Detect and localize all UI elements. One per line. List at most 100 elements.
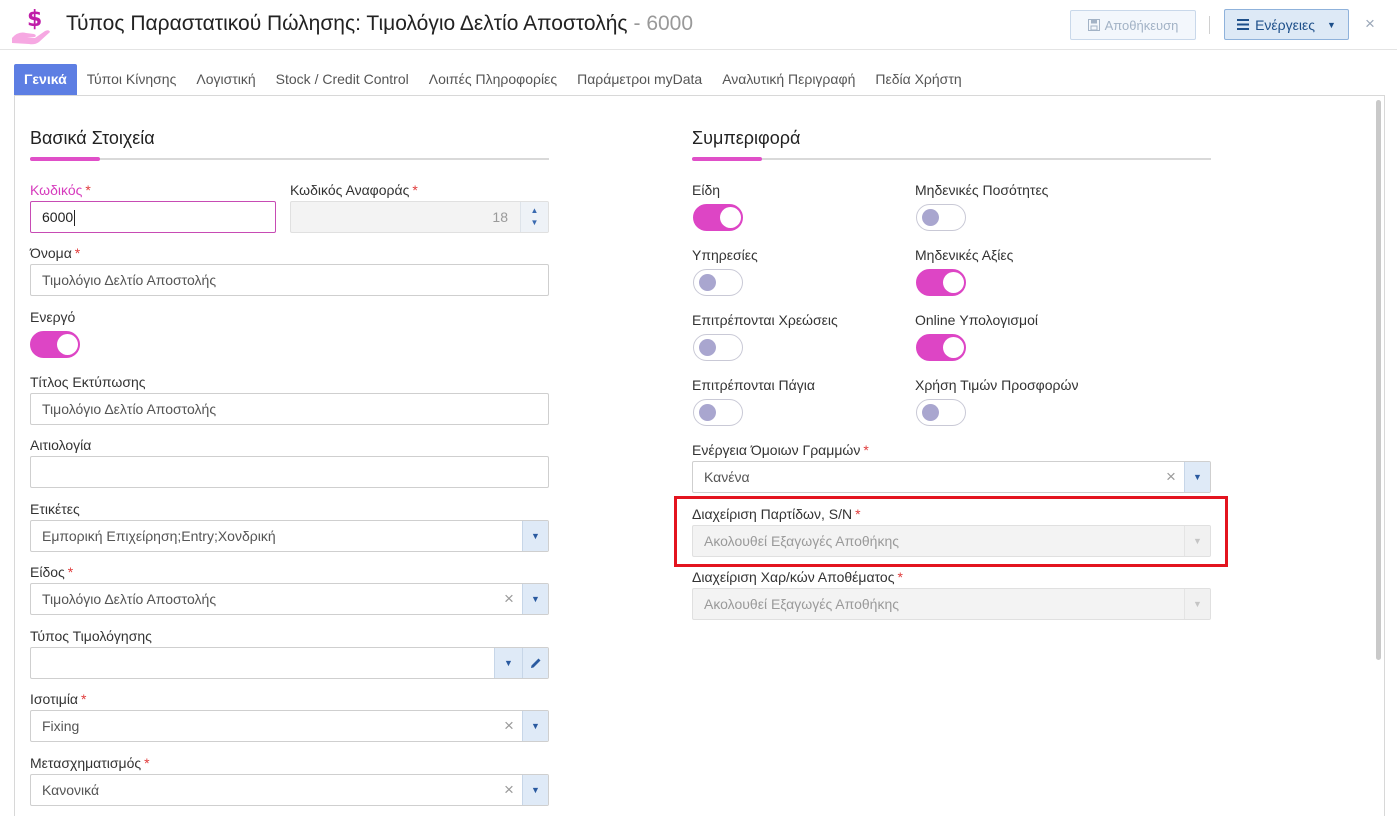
print-title-label: Τίτλος Εκτύπωσης bbox=[30, 374, 146, 390]
transform-select[interactable]: Κανονικά × ▼ bbox=[30, 774, 549, 806]
chevron-down-icon[interactable]: ▼ bbox=[1184, 462, 1210, 492]
items-label: Είδη bbox=[692, 182, 721, 198]
zero-qty-label: Μηδενικές Ποσότητες bbox=[915, 182, 1049, 198]
charges-label: Επιτρέπονται Χρεώσεις bbox=[692, 312, 838, 328]
similar-lines-label-text: Ενέργεια Όμοιων Γραμμών bbox=[692, 442, 861, 458]
similar-lines-select[interactable]: Κανένα × ▼ bbox=[692, 461, 1211, 493]
behavior-section-underline bbox=[692, 157, 1211, 161]
active-label: Ενεργό bbox=[30, 309, 76, 325]
edit-pencil-icon[interactable] bbox=[522, 648, 548, 678]
reason-label: Αιτιολογία bbox=[30, 437, 92, 453]
online-calc-toggle[interactable] bbox=[916, 334, 966, 361]
required-marker: * bbox=[144, 755, 150, 771]
parity-label-text: Ισοτιμία bbox=[30, 691, 79, 707]
chevron-down-icon[interactable]: ▼ bbox=[494, 648, 522, 678]
chevron-down-icon[interactable]: ▼ bbox=[522, 775, 548, 805]
clear-icon[interactable]: × bbox=[500, 775, 518, 805]
required-marker: * bbox=[412, 182, 418, 198]
text-caret bbox=[74, 210, 76, 227]
page-title: Τύπος Παραστατικού Πώλησης: Τιμολόγιο Δε… bbox=[66, 12, 693, 36]
toggle-knob bbox=[720, 207, 741, 228]
name-label-text: Όνομα bbox=[30, 245, 72, 261]
toggle-knob bbox=[57, 334, 78, 355]
floppy-disk-icon bbox=[1087, 19, 1100, 31]
code-label-text: Κωδικός bbox=[30, 182, 83, 198]
transform-value: Κανονικά bbox=[42, 782, 100, 798]
zero-values-label: Μηδενικές Αξίες bbox=[915, 247, 1014, 263]
pencil-icon bbox=[530, 658, 540, 668]
charges-toggle[interactable] bbox=[693, 334, 743, 361]
toggle-knob bbox=[922, 209, 939, 226]
tab-mydata-params[interactable]: Παράμετροι myData bbox=[567, 64, 712, 95]
offer-prices-label: Χρήση Τιμών Προσφορών bbox=[915, 377, 1079, 393]
similar-lines-value: Κανένα bbox=[704, 469, 750, 485]
parity-select[interactable]: Fixing × ▼ bbox=[30, 710, 549, 742]
items-toggle[interactable] bbox=[693, 204, 743, 231]
chevron-down-icon[interactable]: ▼ bbox=[1184, 589, 1210, 619]
stock-chars-value: Ακολουθεί Εξαγωγές Αποθήκης bbox=[704, 596, 899, 612]
highlight-box bbox=[674, 496, 1228, 567]
online-calc-label: Online Υπολογισμοί bbox=[915, 312, 1038, 328]
kind-label-text: Είδος bbox=[30, 564, 65, 580]
tab-general[interactable]: Γενικά bbox=[14, 64, 77, 95]
toggle-knob bbox=[922, 404, 939, 421]
parity-value: Fixing bbox=[42, 718, 80, 734]
page-title-text: Τύπος Παραστατικού Πώλησης: Τιμολόγιο Δε… bbox=[66, 12, 628, 35]
save-button-label: Αποθήκευση bbox=[1104, 17, 1179, 33]
chevron-down-icon[interactable]: ▼ bbox=[522, 711, 548, 741]
ref-code-label-text: Κωδικός Αναφοράς bbox=[290, 182, 410, 198]
kind-label: Είδος * bbox=[30, 564, 73, 580]
tab-movement-types[interactable]: Τύποι Κίνησης bbox=[77, 64, 187, 95]
fixed-assets-toggle[interactable] bbox=[693, 399, 743, 426]
code-input[interactable]: 6000 bbox=[30, 201, 276, 233]
svg-text:$: $ bbox=[27, 7, 42, 32]
reason-input[interactable] bbox=[30, 456, 549, 488]
ref-code-input[interactable]: 18 ▲ ▼ bbox=[290, 201, 549, 233]
billing-type-label: Τύπος Τιμολόγησης bbox=[30, 628, 152, 644]
transform-label: Μετασχηματισμός * bbox=[30, 755, 150, 771]
clear-icon[interactable]: × bbox=[500, 711, 518, 741]
clear-icon[interactable]: × bbox=[500, 584, 518, 614]
tab-detailed-description[interactable]: Αναλυτική Περιγραφή bbox=[712, 64, 865, 95]
chevron-down-icon[interactable]: ▼ bbox=[522, 521, 548, 551]
basic-section-underline bbox=[30, 157, 549, 161]
required-marker: * bbox=[897, 569, 903, 585]
spin-down-icon[interactable]: ▼ bbox=[531, 217, 539, 229]
save-button[interactable]: Αποθήκευση bbox=[1070, 10, 1196, 40]
stock-chars-label-text: Διαχείριση Χαρ/κών Αποθέματος bbox=[692, 569, 895, 585]
zero-values-toggle[interactable] bbox=[916, 269, 966, 296]
chevron-down-icon[interactable]: ▼ bbox=[522, 584, 548, 614]
tab-accounting[interactable]: Λογιστική bbox=[186, 64, 265, 95]
tab-bar: Γενικά Τύποι Κίνησης Λογιστική Stock / C… bbox=[14, 64, 972, 95]
offer-prices-toggle[interactable] bbox=[916, 399, 966, 426]
clear-icon[interactable]: × bbox=[1162, 462, 1180, 492]
stock-chars-select[interactable]: Ακολουθεί Εξαγωγές Αποθήκης ▼ bbox=[692, 588, 1211, 620]
active-toggle[interactable] bbox=[30, 331, 80, 358]
tags-label: Ετικέτες bbox=[30, 501, 80, 517]
tags-select[interactable]: Εμπορική Επιχείρηση;Entry;Χονδρική ▼ bbox=[30, 520, 549, 552]
dollar-hand-icon: $ bbox=[12, 7, 50, 45]
ref-code-label: Κωδικός Αναφοράς * bbox=[290, 182, 418, 198]
name-input[interactable]: Τιμολόγιο Δελτίο Αποστολής bbox=[30, 264, 549, 296]
toggle-knob bbox=[699, 339, 716, 356]
tab-user-fields[interactable]: Πεδία Χρήστη bbox=[865, 64, 971, 95]
spin-up-icon[interactable]: ▲ bbox=[531, 205, 539, 217]
print-title-input[interactable]: Τιμολόγιο Δελτίο Αποστολής bbox=[30, 393, 549, 425]
number-spinner[interactable]: ▲ ▼ bbox=[520, 202, 548, 232]
tab-stock-credit-control[interactable]: Stock / Credit Control bbox=[266, 64, 419, 95]
tab-other-info[interactable]: Λοιπές Πληροφορίες bbox=[419, 64, 567, 95]
vertical-scrollbar[interactable] bbox=[1376, 100, 1381, 660]
required-marker: * bbox=[81, 691, 87, 707]
parity-label: Ισοτιμία * bbox=[30, 691, 86, 707]
actions-button-label: Ενέργειες bbox=[1255, 16, 1315, 33]
close-icon[interactable]: × bbox=[1362, 14, 1378, 34]
services-toggle[interactable] bbox=[693, 269, 743, 296]
menu-lines-icon bbox=[1237, 19, 1250, 30]
zero-qty-toggle[interactable] bbox=[916, 204, 966, 231]
stock-chars-label: Διαχείριση Χαρ/κών Αποθέματος * bbox=[692, 569, 903, 585]
code-input-value: 6000 bbox=[42, 209, 74, 225]
transform-label-text: Μετασχηματισμός bbox=[30, 755, 142, 771]
billing-type-select[interactable]: ▼ bbox=[30, 647, 549, 679]
kind-select[interactable]: Τιμολόγιο Δελτίο Αποστολής × ▼ bbox=[30, 583, 549, 615]
actions-button[interactable]: Ενέργειες ▼ bbox=[1224, 9, 1349, 40]
